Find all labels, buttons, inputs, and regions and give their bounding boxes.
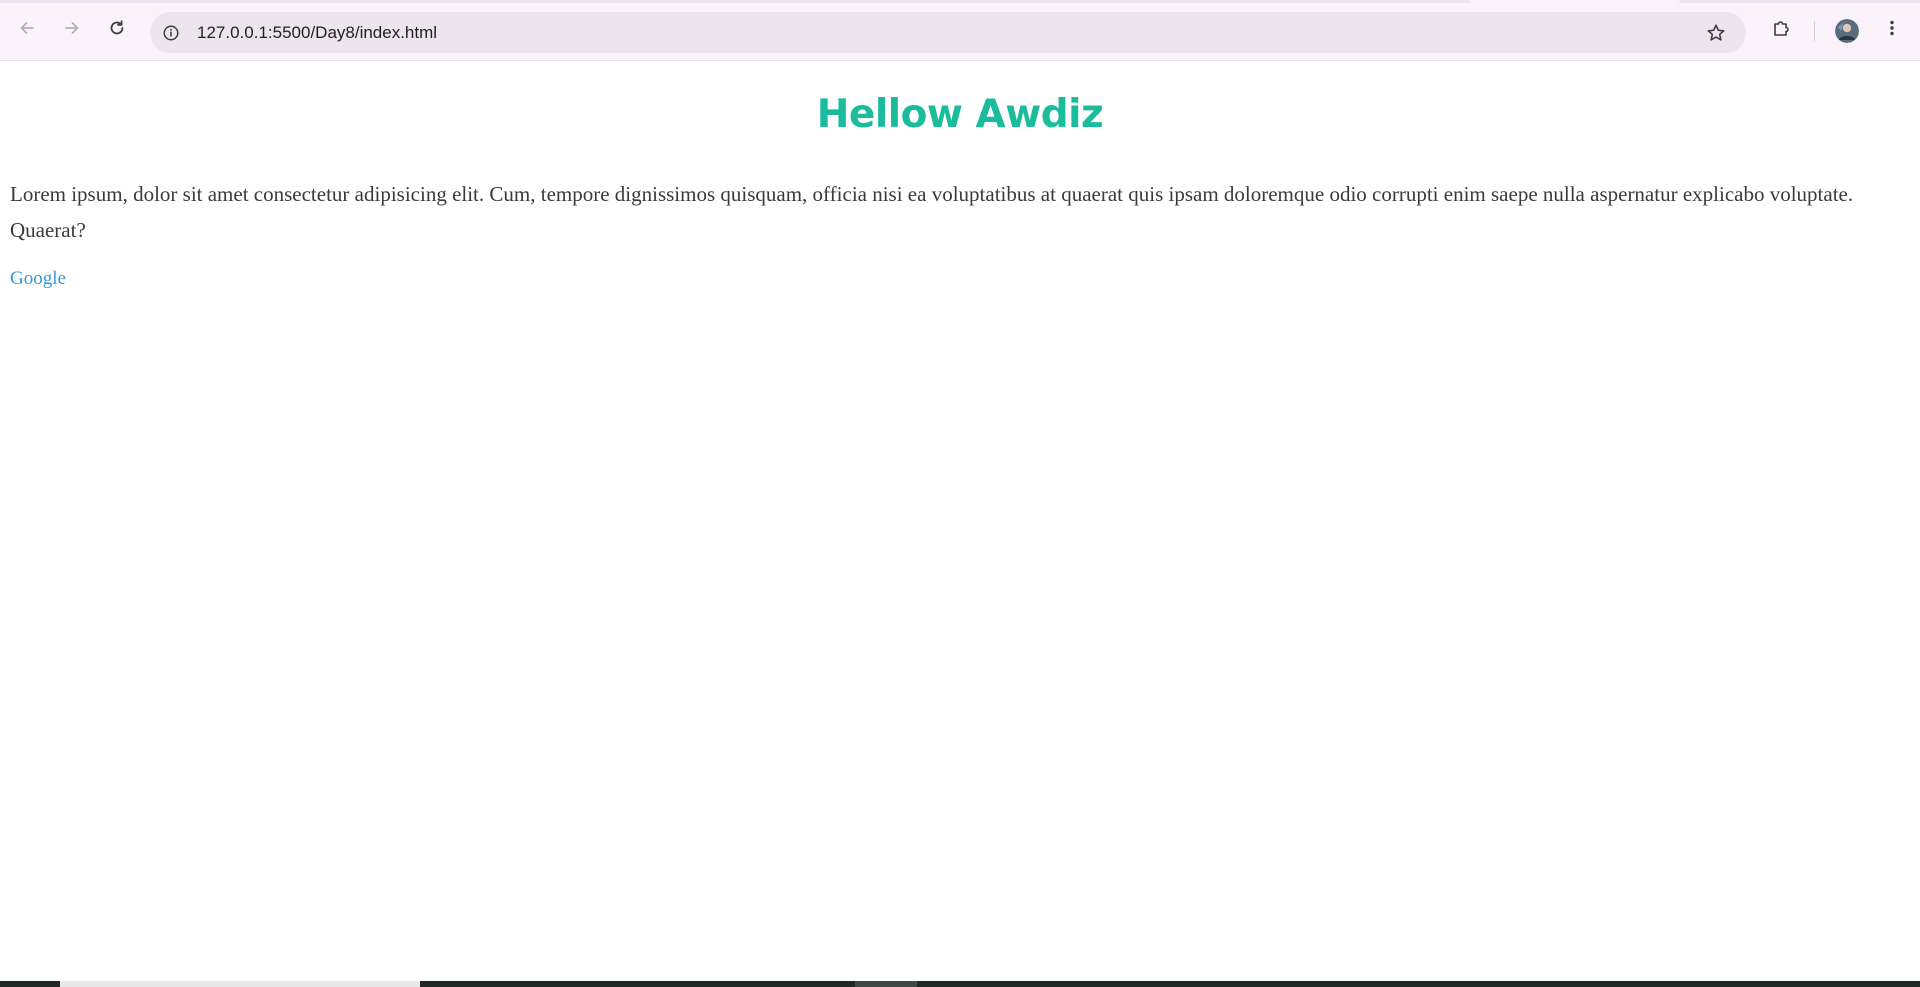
- info-icon[interactable]: [160, 22, 181, 43]
- back-button[interactable]: [10, 13, 44, 47]
- url-text[interactable]: 127.0.0.1:5500/Day8/index.html: [197, 23, 437, 43]
- page-heading: Hellow Awdiz: [816, 92, 1104, 137]
- page-content: Hellow Awdiz Lorem ipsum, dolor sit amet…: [0, 62, 1920, 981]
- puzzle-piece-icon: [1771, 18, 1791, 43]
- google-link[interactable]: Google: [10, 268, 66, 290]
- extensions-button[interactable]: [1764, 13, 1798, 47]
- reload-icon: [107, 18, 127, 43]
- arrow-left-icon: [17, 18, 37, 43]
- menu-button[interactable]: [1875, 13, 1909, 47]
- star-icon[interactable]: [1704, 21, 1728, 45]
- taskbar-segment: [855, 981, 917, 987]
- taskbar-segment: [60, 981, 420, 987]
- arrow-right-icon: [62, 18, 82, 43]
- forward-button[interactable]: [55, 13, 89, 47]
- reload-button[interactable]: [100, 13, 134, 47]
- tab-strip: [0, 0, 1920, 3]
- taskbar-edge: [0, 981, 1920, 987]
- address-bar[interactable]: 127.0.0.1:5500/Day8/index.html: [150, 12, 1746, 53]
- avatar[interactable]: [1835, 19, 1859, 43]
- three-dots-icon: [1882, 18, 1902, 43]
- page-paragraph: Lorem ipsum, dolor sit amet consectetur …: [10, 182, 1854, 242]
- toolbar-divider: [1814, 21, 1815, 41]
- active-tab[interactable]: [1470, 0, 1680, 3]
- browser-toolbar: 127.0.0.1:5500/Day8/index.html: [0, 0, 1920, 61]
